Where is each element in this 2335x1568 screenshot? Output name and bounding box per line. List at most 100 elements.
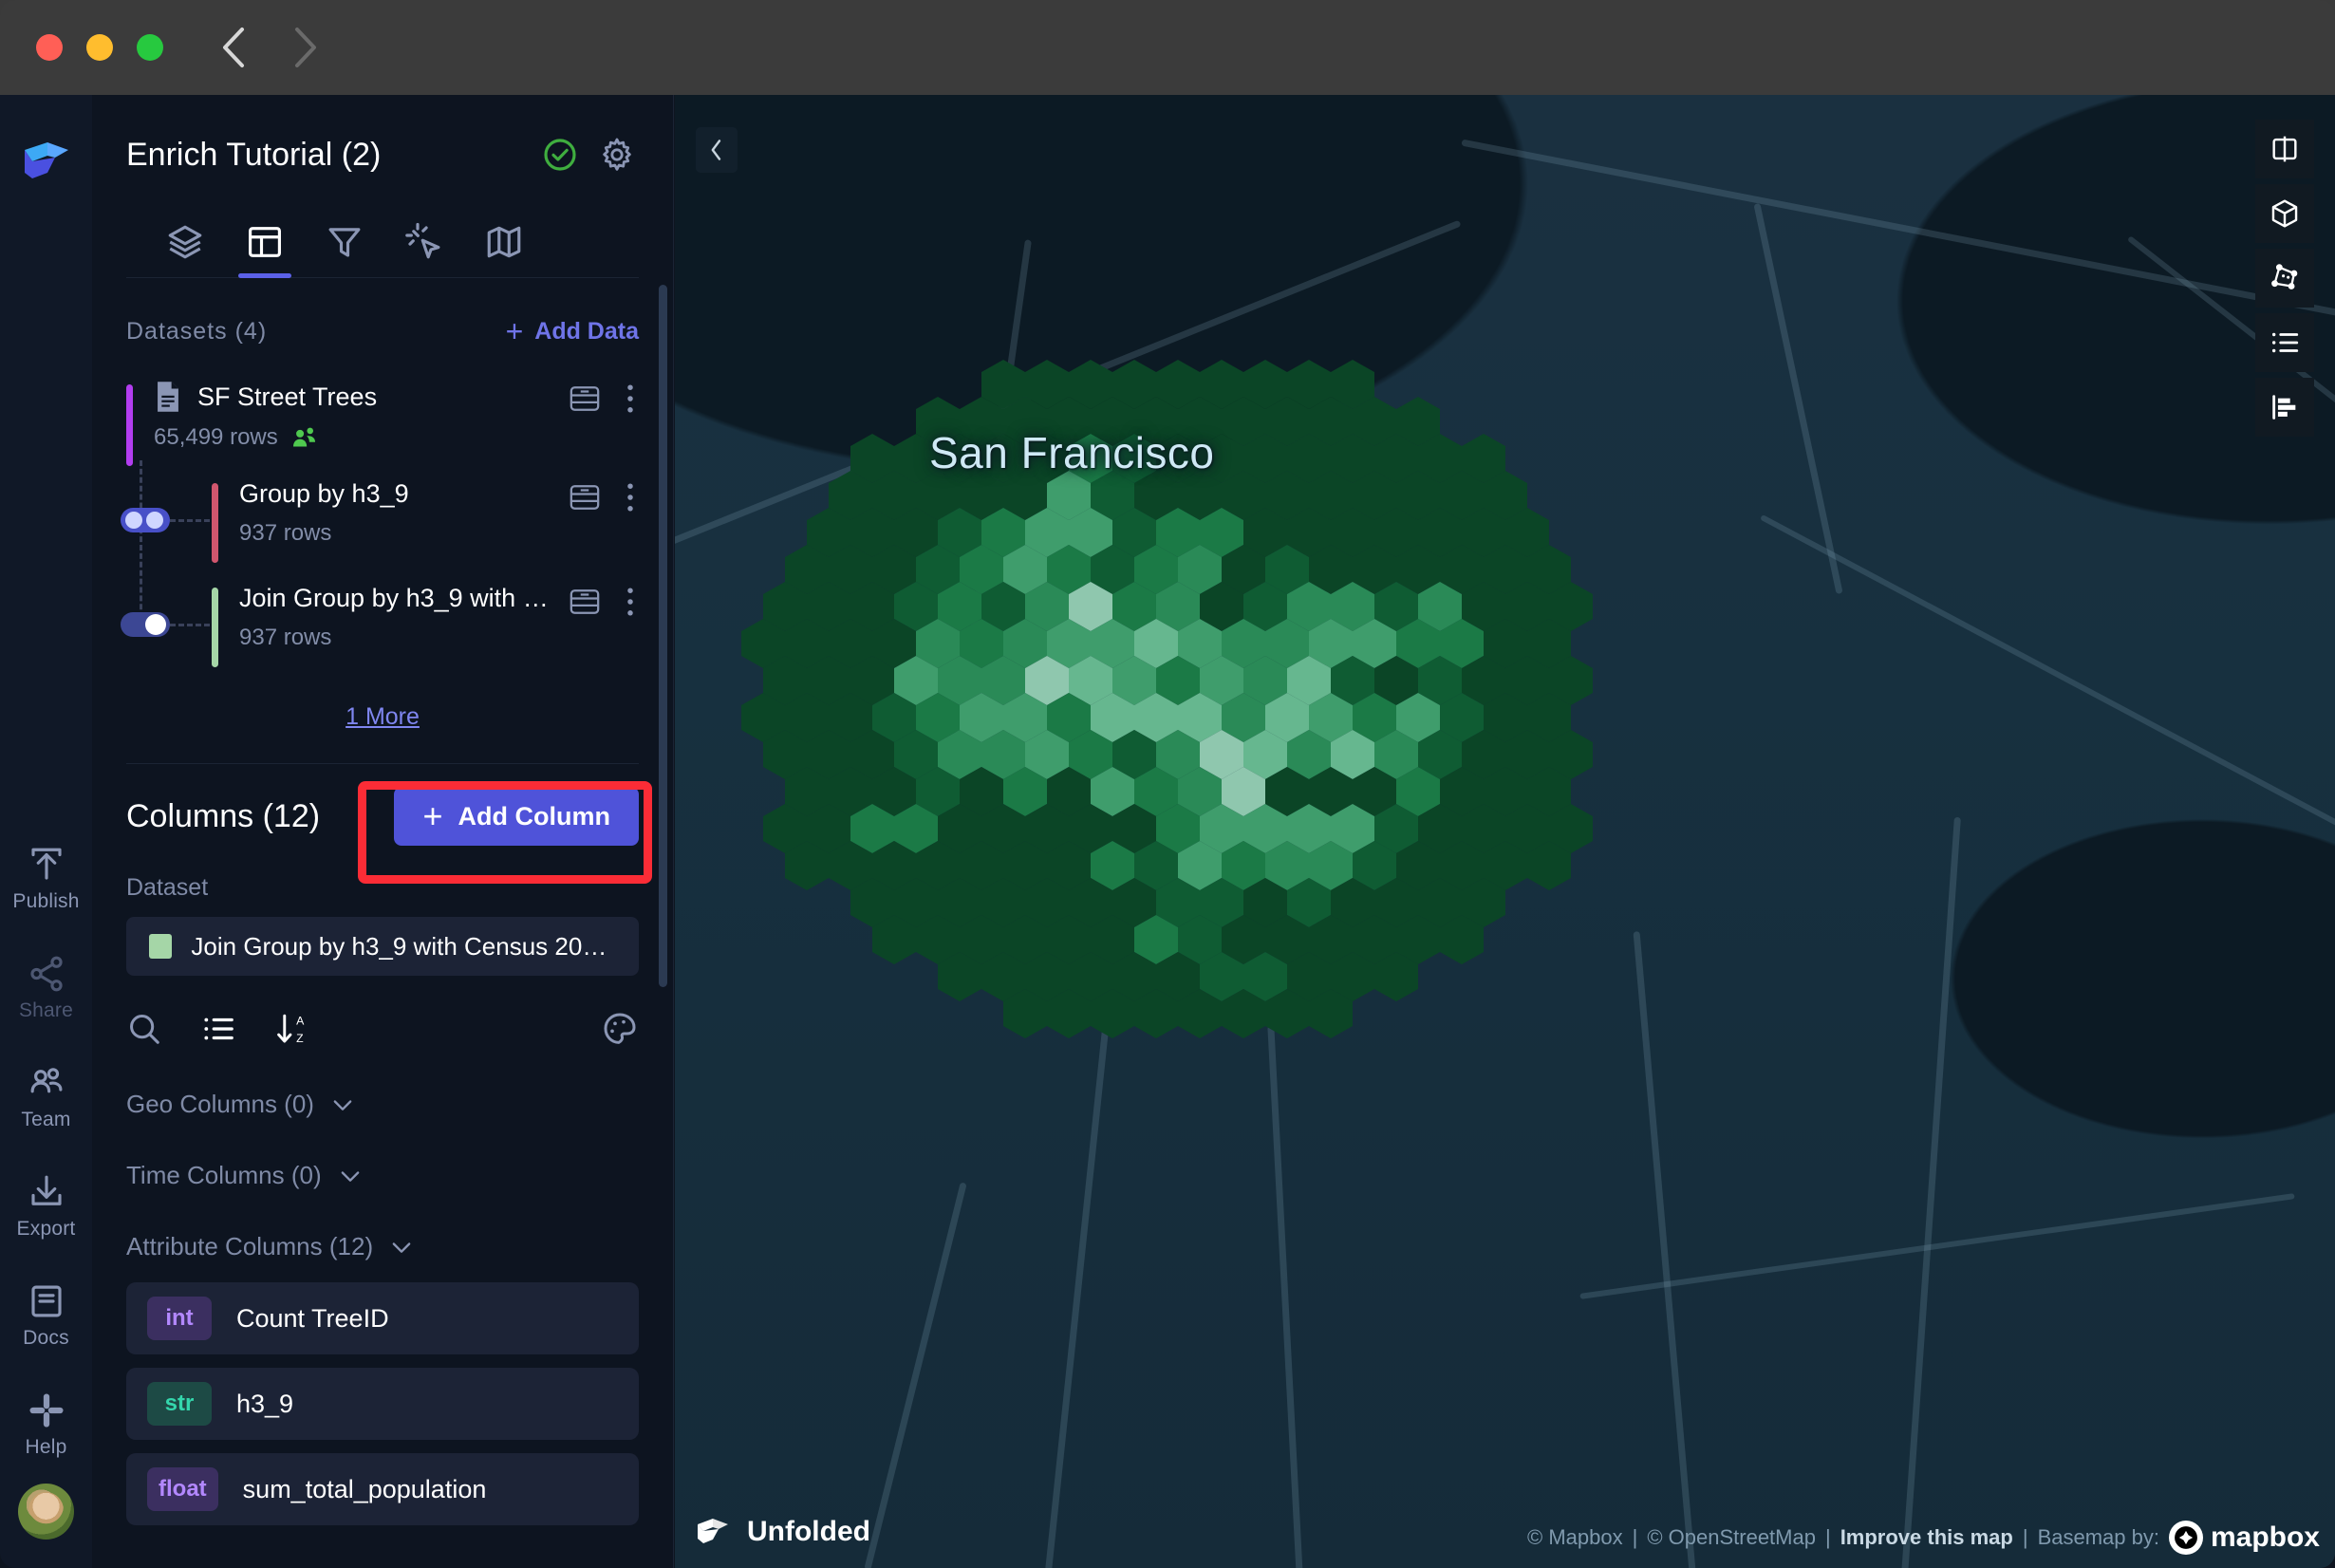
column-item[interactable]: int Count TreeID <box>126 1282 639 1354</box>
3d-view-button[interactable] <box>2255 184 2314 243</box>
maximize-button[interactable] <box>137 34 163 61</box>
map-canvas[interactable]: San Francisco <box>675 95 2335 1568</box>
split-view-icon <box>2269 133 2301 165</box>
dataset-select[interactable]: Join Group by h3_9 with Census 2020: ... <box>126 917 639 976</box>
dataset-rowcount: 65,499 rows <box>154 424 278 451</box>
palette-icon[interactable] <box>601 1010 639 1048</box>
dataset-visibility-toggle[interactable] <box>121 612 170 637</box>
dataset-row[interactable]: Join Group by h3_9 with Cens... 937 rows <box>126 584 639 675</box>
rail-item-label: Publish <box>12 890 79 913</box>
minimize-button[interactable] <box>86 34 113 61</box>
dataset-actions <box>569 479 639 513</box>
gear-icon[interactable] <box>595 133 639 177</box>
table-rows-icon[interactable] <box>569 384 601 413</box>
column-name: sum_total_population <box>243 1475 487 1504</box>
datasets-header: Datasets (4) + Add Data <box>126 305 639 358</box>
back-button[interactable] <box>211 25 256 70</box>
chart-button[interactable] <box>2255 378 2314 437</box>
column-name: h3_9 <box>236 1390 293 1419</box>
forward-button[interactable] <box>283 25 328 70</box>
chevron-down-icon <box>329 1092 356 1118</box>
unfolded-logo-icon[interactable] <box>19 135 74 190</box>
rail-item-export[interactable]: Export <box>0 1172 92 1241</box>
dataset-visibility-toggle[interactable] <box>121 508 170 532</box>
hexagon-layer[interactable] <box>741 323 1539 987</box>
svg-text:Z: Z <box>296 1032 304 1045</box>
columns-heading: Columns (12) <box>126 798 394 835</box>
kebab-menu-icon[interactable] <box>622 586 639 618</box>
3d-cube-icon <box>2269 197 2301 230</box>
toggle-knob <box>145 614 166 635</box>
attribution-osm[interactable]: © OpenStreetMap <box>1647 1525 1816 1550</box>
rail-item-label: Share <box>19 999 73 1022</box>
draw-polygon-button[interactable] <box>2255 249 2314 308</box>
tab-basemap[interactable] <box>464 207 544 277</box>
rail-item-docs[interactable]: Docs <box>0 1281 92 1350</box>
attribution-improve-link[interactable]: Improve this map <box>1840 1525 2013 1550</box>
unfolded-brand-text: Unfolded <box>747 1516 870 1548</box>
mapbox-logo[interactable]: mapbox <box>2169 1521 2320 1555</box>
dataset-actions <box>569 381 639 415</box>
column-group-label: Time Columns (0) <box>126 1161 322 1190</box>
add-column-label: Add Column <box>458 802 610 831</box>
attribution-sep: | <box>1633 1525 1638 1550</box>
rail-item-share[interactable]: Share <box>0 954 92 1022</box>
column-group-geo[interactable]: Geo Columns (0) <box>126 1090 639 1119</box>
table-rows-icon[interactable] <box>569 483 601 512</box>
search-icon[interactable] <box>126 1011 162 1047</box>
panel-title-row: Enrich Tutorial (2) <box>126 133 639 177</box>
dataset-actions <box>569 584 639 618</box>
upload-icon <box>27 845 66 885</box>
chevron-down-icon <box>388 1234 415 1260</box>
list-view-icon[interactable] <box>200 1011 236 1047</box>
column-group-time[interactable]: Time Columns (0) <box>126 1161 639 1190</box>
check-circle-icon[interactable] <box>538 133 582 177</box>
add-column-button[interactable]: + Add Column <box>394 787 639 846</box>
unfolded-brand: Unfolded <box>694 1513 870 1551</box>
show-more-label: 1 More <box>346 703 420 730</box>
sort-az-icon[interactable]: A Z <box>274 1011 312 1047</box>
tree-connector-branch <box>170 624 210 626</box>
dataset-select-value: Join Group by h3_9 with Census 2020: ... <box>191 932 616 961</box>
chart-bars-icon <box>2269 391 2301 423</box>
add-data-button[interactable]: + Add Data <box>506 316 639 346</box>
dataset-list: SF Street Trees 65,499 rows <box>126 375 639 731</box>
tab-layers[interactable] <box>145 207 225 277</box>
tab-datasets[interactable] <box>225 207 305 277</box>
rail-item-team[interactable]: Team <box>0 1063 92 1131</box>
column-item[interactable]: str h3_9 <box>126 1368 639 1440</box>
kebab-menu-icon[interactable] <box>622 481 639 513</box>
attribution-mapbox[interactable]: © Mapbox <box>1527 1525 1623 1550</box>
show-more-datasets-button[interactable]: 1 More <box>126 703 639 731</box>
dataset-name: SF Street Trees <box>197 383 377 412</box>
column-item[interactable]: float sum_total_population <box>126 1453 639 1525</box>
rail-item-label: Help <box>26 1436 67 1459</box>
dataset-name-row: Group by h3_9 <box>239 479 569 509</box>
split-view-button[interactable] <box>2255 120 2314 178</box>
tab-filters[interactable] <box>305 207 384 277</box>
kebab-menu-icon[interactable] <box>622 383 639 415</box>
dataset-color-bar <box>212 483 218 563</box>
map-toolbar <box>2255 120 2314 437</box>
column-group-attribute[interactable]: Attribute Columns (12) <box>126 1232 639 1261</box>
columns-header: Columns (12) + Add Column <box>126 764 639 868</box>
draw-polygon-icon <box>2269 262 2301 294</box>
tab-interactions[interactable] <box>384 207 464 277</box>
dataset-color-bar <box>126 384 133 466</box>
table-rows-icon[interactable] <box>569 588 601 616</box>
user-avatar[interactable] <box>18 1484 74 1540</box>
column-group-label: Attribute Columns (12) <box>126 1232 373 1261</box>
map-collapse-button[interactable] <box>696 127 738 173</box>
add-data-label: Add Data <box>534 318 639 345</box>
close-button[interactable] <box>36 34 63 61</box>
dataset-row[interactable]: Group by h3_9 937 rows <box>126 479 639 570</box>
rail-item-help[interactable]: Help <box>0 1391 92 1459</box>
map-attribution: © Mapbox | © OpenStreetMap | Improve thi… <box>1527 1521 2320 1555</box>
legend-button[interactable] <box>2255 313 2314 372</box>
dataset-rowcount: 937 rows <box>239 625 331 651</box>
plus-icon: + <box>422 799 442 833</box>
dataset-row[interactable]: SF Street Trees 65,499 rows <box>126 375 639 470</box>
rail-item-publish[interactable]: Publish <box>0 845 92 913</box>
panel-scrollbar[interactable] <box>659 285 667 987</box>
window-titlebar <box>0 0 2335 95</box>
